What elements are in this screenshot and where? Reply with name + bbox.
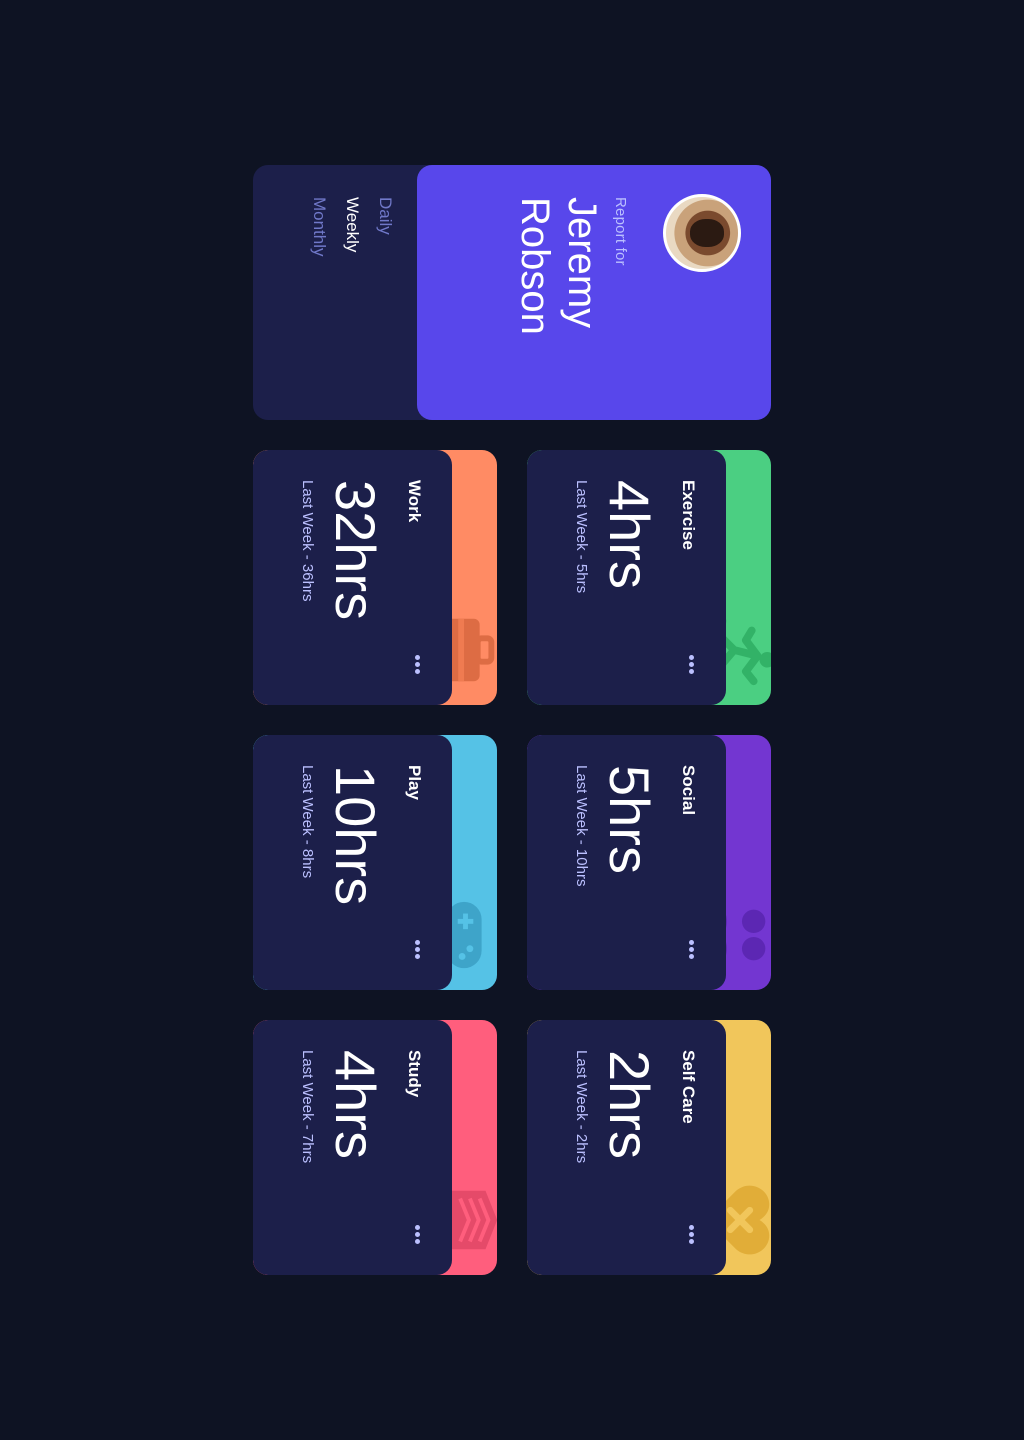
card-title: Study (405, 1050, 424, 1098)
previous-hours: Last Week - 7hrs (299, 1050, 316, 1164)
card-body: Play 10hrs Last Week - 8hrs (253, 735, 452, 990)
current-hours: 32hrs (324, 480, 387, 621)
current-hours: 4hrs (324, 1050, 387, 1159)
card-body: Study 4hrs Last Week - 7hrs (253, 1020, 452, 1275)
previous-hours: Last Week - 36hrs (299, 480, 316, 602)
card-body: Self Care 2hrs Last Week - 2hrs (527, 1020, 726, 1275)
period-tabs: Daily Weekly Monthly (309, 197, 395, 257)
card-title: Work (405, 480, 424, 523)
ellipsis-icon[interactable] (409, 938, 425, 960)
ellipsis-icon[interactable] (409, 653, 425, 675)
previous-hours: Last Week - 2hrs (573, 1050, 590, 1164)
work-card[interactable]: Work 32hrs Last Week - 36hrs (253, 450, 497, 705)
current-hours: 5hrs (598, 765, 661, 874)
card-title: Social (679, 765, 698, 816)
previous-hours: Last Week - 10hrs (573, 765, 590, 887)
study-card[interactable]: Study 4hrs Last Week - 7hrs (253, 1020, 497, 1275)
ellipsis-icon[interactable] (683, 1223, 699, 1245)
card-body: Work 32hrs Last Week - 36hrs (253, 450, 452, 705)
card-body: Social 5hrs Last Week - 10hrs (527, 735, 726, 990)
card-title: Play (405, 765, 424, 800)
current-hours: 10hrs (324, 765, 387, 906)
current-hours: 4hrs (598, 480, 661, 589)
current-hours: 2hrs (598, 1050, 661, 1159)
self-care-card[interactable]: Self Care 2hrs Last Week - 2hrs (527, 1020, 771, 1275)
profile-card: Report for Jeremy Robson Daily Weekly Mo… (253, 165, 771, 420)
card-body: Exercise 4hrs Last Week - 5hrs (527, 450, 726, 705)
avatar (663, 194, 741, 272)
profile-header: Report for Jeremy Robson (417, 165, 771, 420)
ellipsis-icon[interactable] (683, 653, 699, 675)
social-card[interactable]: Social 5hrs Last Week - 10hrs (527, 735, 771, 990)
card-title: Self Care (679, 1050, 698, 1124)
tab-monthly[interactable]: Monthly (309, 197, 329, 257)
report-for-label: Report for (612, 197, 629, 266)
card-title: Exercise (679, 480, 698, 550)
previous-hours: Last Week - 8hrs (299, 765, 316, 879)
ellipsis-icon[interactable] (683, 938, 699, 960)
user-name: Jeremy Robson (513, 197, 604, 335)
exercise-card[interactable]: Exercise 4hrs Last Week - 5hrs (527, 450, 771, 705)
ellipsis-icon[interactable] (409, 1223, 425, 1245)
previous-hours: Last Week - 5hrs (573, 480, 590, 594)
play-card[interactable]: Play 10hrs Last Week - 8hrs (253, 735, 497, 990)
tab-daily[interactable]: Daily (375, 197, 395, 257)
tab-weekly[interactable]: Weekly (342, 197, 362, 257)
dashboard: Report for Jeremy Robson Daily Weekly Mo… (253, 165, 771, 1275)
